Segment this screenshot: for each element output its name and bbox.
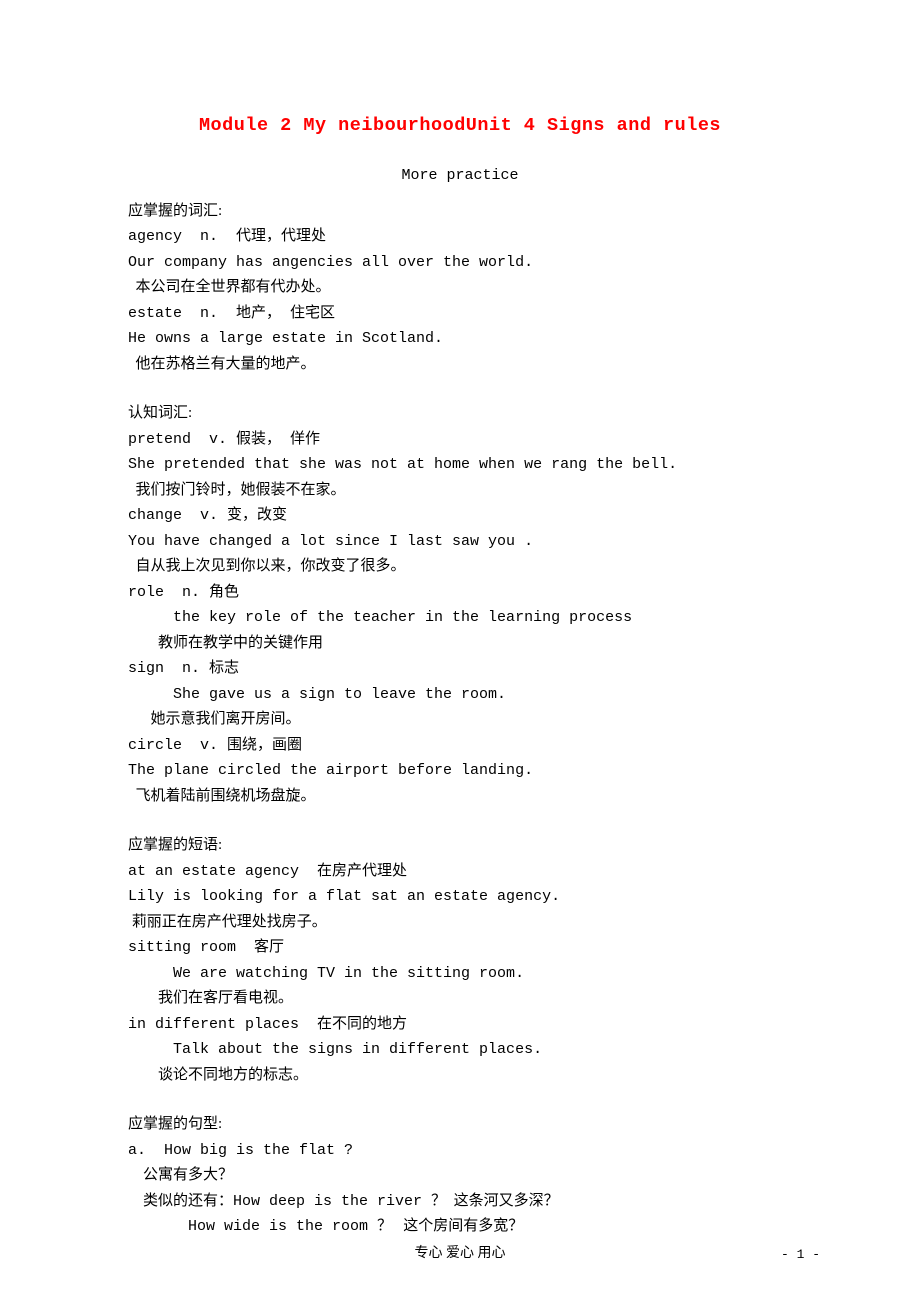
blank-line bbox=[128, 809, 792, 833]
similar-zh-1: 这条河又多深？ bbox=[446, 1193, 559, 1209]
example-zh: 自从我上次见到你以来，你改变了很多。 bbox=[128, 554, 792, 580]
example-en: He owns a large estate in Scotland. bbox=[128, 326, 792, 352]
phrase-term: sitting room 客厅 bbox=[128, 935, 792, 961]
blank-line bbox=[128, 1088, 792, 1112]
vocab-term: circle v. 围绕，画圈 bbox=[128, 733, 792, 759]
document-subtitle: More practice bbox=[128, 163, 792, 189]
vocab-term: sign n. 标志 bbox=[128, 656, 792, 682]
example-en: The plane circled the airport before lan… bbox=[128, 758, 792, 784]
example-en: You have changed a lot since I last saw … bbox=[128, 529, 792, 555]
example-zh: 我们按门铃时，她假装不在家。 bbox=[128, 478, 792, 504]
document-page: Module 2 My neibourhoodUnit 4 Signs and … bbox=[0, 0, 920, 1302]
example-en: She pretended that she was not at home w… bbox=[128, 452, 792, 478]
phrase-term: in different places 在不同的地方 bbox=[128, 1012, 792, 1038]
similar-zh-2: 这个房间有多宽？ bbox=[392, 1218, 523, 1234]
section-heading: 应掌握的句型: bbox=[128, 1112, 792, 1138]
sentence-pattern: a. How big is the flat ? bbox=[128, 1138, 792, 1164]
example-zh: 本公司在全世界都有代办处。 bbox=[128, 275, 792, 301]
example-zh: 教师在教学中的关键作用 bbox=[128, 631, 792, 657]
vocab-term: role n. 角色 bbox=[128, 580, 792, 606]
similar-line2: How wide is the room ？ 这个房间有多宽？ bbox=[128, 1214, 792, 1240]
sentence-zh: 公寓有多大？ bbox=[128, 1163, 792, 1189]
similar-line1: 类似的还有：How deep is the river ？ 这条河又多深？ bbox=[128, 1189, 792, 1215]
example-en: the key role of the teacher in the learn… bbox=[128, 605, 792, 631]
example-zh: 她示意我们离开房间。 bbox=[128, 707, 792, 733]
example-zh: 飞机着陆前围绕机场盘旋。 bbox=[128, 784, 792, 810]
example-zh: 谈论不同地方的标志。 bbox=[128, 1063, 792, 1089]
example-en: Lily is looking for a flat sat an estate… bbox=[128, 884, 792, 910]
example-zh: 他在苏格兰有大量的地产。 bbox=[128, 352, 792, 378]
example-en: She gave us a sign to leave the room. bbox=[128, 682, 792, 708]
section-heading: 应掌握的词汇: bbox=[128, 199, 792, 225]
section-heading: 认知词汇: bbox=[128, 401, 792, 427]
section-heading: 应掌握的短语: bbox=[128, 833, 792, 859]
document-title: Module 2 My neibourhoodUnit 4 Signs and … bbox=[128, 110, 792, 141]
similar-en-1: How deep is the river ？ bbox=[233, 1193, 446, 1210]
example-en: We are watching TV in the sitting room. bbox=[128, 961, 792, 987]
blank-line bbox=[128, 377, 792, 401]
example-en: Our company has angencies all over the w… bbox=[128, 250, 792, 276]
vocab-term: change v. 变，改变 bbox=[128, 503, 792, 529]
vocab-term: agency n. 代理，代理处 bbox=[128, 224, 792, 250]
vocab-term: estate n. 地产， 住宅区 bbox=[128, 301, 792, 327]
similar-pad bbox=[128, 1218, 188, 1234]
similar-intro: 类似的还有： bbox=[128, 1193, 233, 1209]
phrase-term: at an estate agency 在房产代理处 bbox=[128, 859, 792, 885]
similar-en-2: How wide is the room ？ bbox=[188, 1218, 392, 1235]
example-en: Talk about the signs in different places… bbox=[128, 1037, 792, 1063]
page-number: - 1 - bbox=[781, 1244, 820, 1266]
example-zh: 我们在客厅看电视。 bbox=[128, 986, 792, 1012]
vocab-term: pretend v. 假装， 佯作 bbox=[128, 427, 792, 453]
example-zh: 莉丽正在房产代理处找房子。 bbox=[128, 910, 792, 936]
